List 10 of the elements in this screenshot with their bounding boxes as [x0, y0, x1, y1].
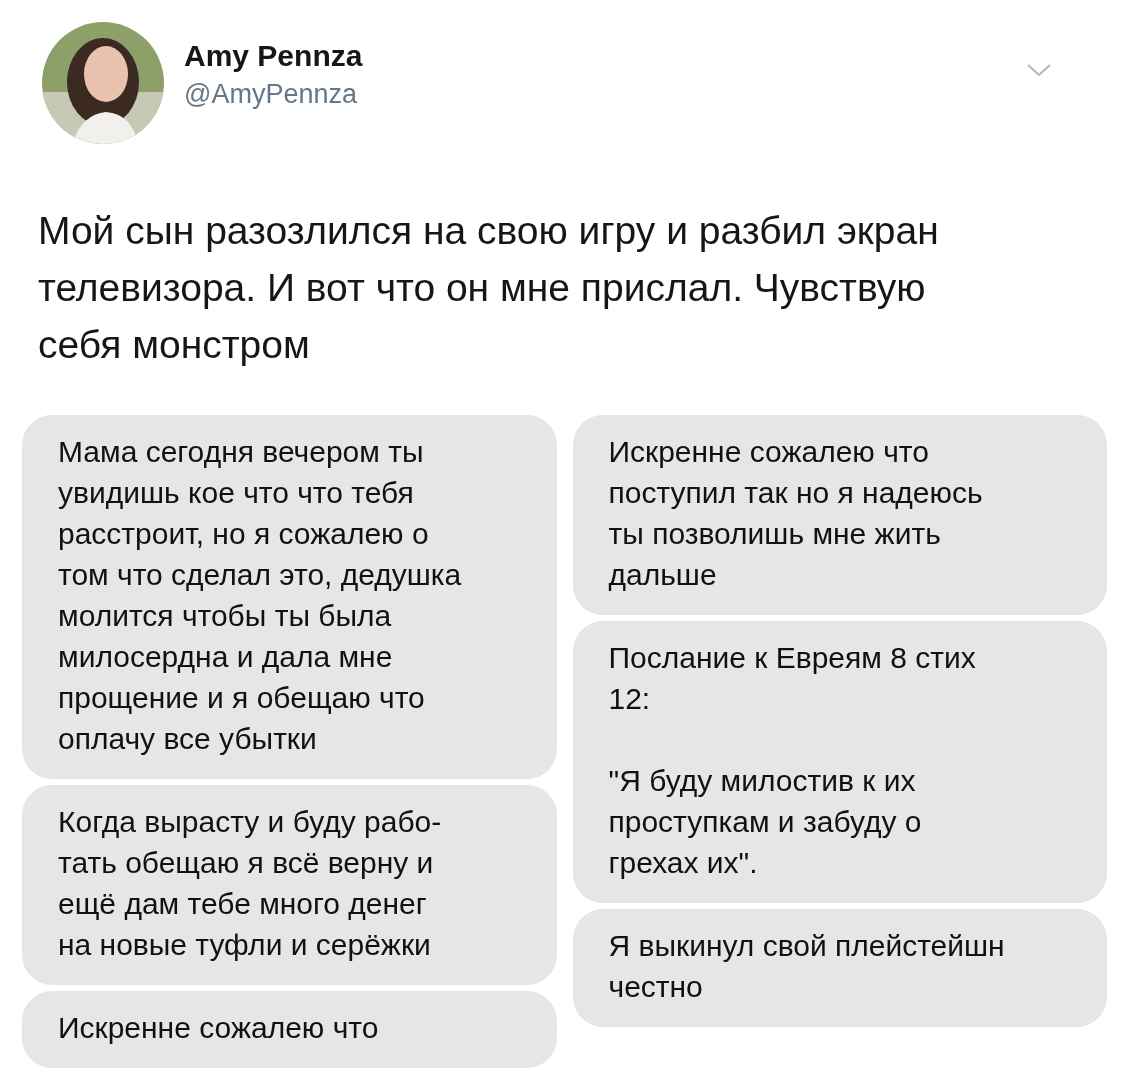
message-text: Мама сегодня вечером ты увидишь кое что что тебя расстроит, но я сожалею о том что сделал это, дедушка молится чтобы ты была милосердна и дала мне прощение и я обещаю что оплачу все убытки — [58, 434, 463, 757]
tweet-text: Мой сын разозлился на свою игру и разбил экран телевизора. И вот что он мне прислал. Чувствую себя монстром — [38, 208, 940, 368]
message-text: Искренне сожалею что — [58, 1010, 380, 1046]
message-text: Искренне сожалею что поступил так но я надеюсь ты позволишь мне жить дальше — [608, 434, 984, 593]
message-text: Когда вырасту и буду рабо- тать обещаю я всё верну и ещё дам тебе много денег на новые туфли и серёжки — [58, 804, 443, 963]
message-text: Послание к Евреям 8 стих 12: "Я буду милостив к их проступкам и забуду о грехах их". — [608, 640, 977, 881]
chevron-down-icon[interactable] — [1026, 62, 1052, 78]
author-name[interactable]: Amy Pennza — [184, 38, 363, 73]
message-text: Я выкинул свой плейстейшн честно — [608, 928, 1006, 1005]
author-handle[interactable]: @AmyPennza — [184, 78, 363, 110]
